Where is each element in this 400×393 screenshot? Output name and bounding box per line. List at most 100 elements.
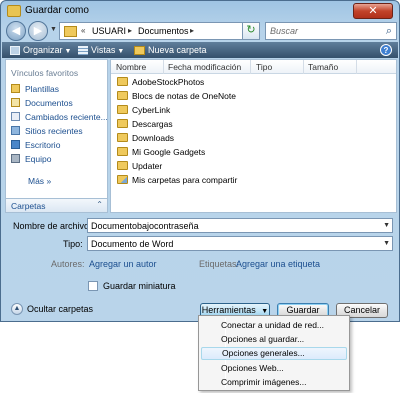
column-type[interactable]: Tipo: [256, 62, 272, 72]
column-divider[interactable]: [163, 60, 164, 74]
organize-label: Organizar: [23, 45, 63, 55]
tools-menu: Conectar a unidad de red... Opciones al …: [198, 315, 350, 391]
folders-toggle[interactable]: Carpetas ⌃: [6, 198, 107, 212]
sidebar-item-equipo[interactable]: Equipo: [11, 154, 51, 166]
sidebar-item-documentos[interactable]: Documentos: [11, 98, 73, 110]
chevron-up-icon[interactable]: ▲: [11, 303, 23, 315]
more-label: Más: [28, 176, 45, 186]
sidebar-item-label: Equipo: [25, 154, 52, 164]
folder-icon: [64, 26, 77, 37]
file-name: Blocs de notas de OneNote: [132, 91, 236, 101]
address-bar[interactable]: « USUARI ▸ Documentos ▸ ▼: [59, 22, 259, 40]
command-toolbar: Organizar ▼ Vistas ▼ Nueva carpeta ?: [2, 42, 398, 58]
sidebar-item-escritorio[interactable]: Escritorio: [11, 140, 60, 152]
chevron-down-icon: ▼: [64, 48, 72, 55]
sidebar-item-sitios-recientes[interactable]: Sitios recientes: [11, 126, 83, 138]
back-button[interactable]: ◀: [6, 21, 26, 41]
file-name: Downloads: [132, 133, 175, 143]
column-name[interactable]: Nombre: [116, 62, 146, 72]
chevron-down-icon[interactable]: ▼: [383, 222, 390, 229]
recent-pages-dropdown[interactable]: ▼: [50, 26, 57, 33]
folder-icon: [117, 91, 128, 100]
sidebar-item-plantillas[interactable]: Plantillas: [11, 84, 59, 96]
list-item[interactable]: Downloads: [117, 133, 174, 145]
file-type-select[interactable]: Documento de Word ▼: [87, 236, 393, 251]
list-item[interactable]: Updater: [117, 161, 162, 173]
menu-item-connect-network-drive[interactable]: Conectar a unidad de red...: [201, 319, 347, 332]
more-links[interactable]: Más »: [28, 176, 51, 186]
menu-item-general-options[interactable]: Opciones generales...: [201, 347, 347, 360]
recent-places-icon: [11, 126, 20, 135]
close-button[interactable]: ✕: [353, 3, 393, 19]
breadcrumb-usuari[interactable]: USUARI: [92, 26, 126, 36]
search-input[interactable]: Buscar: [270, 26, 298, 36]
folder-icon: [7, 5, 21, 17]
column-date-modified[interactable]: Fecha modificación: [168, 62, 241, 72]
file-name: Descargas: [132, 119, 173, 129]
views-button[interactable]: Vistas ▼: [78, 43, 124, 57]
column-size[interactable]: Tamaño: [308, 62, 338, 72]
organize-icon: [10, 46, 20, 55]
list-item[interactable]: Mis carpetas para compartir: [117, 175, 237, 187]
chevron-right-icon[interactable]: ▸: [190, 26, 194, 35]
chevron-up-icon: ⌃: [96, 200, 103, 209]
help-button[interactable]: ?: [380, 44, 392, 56]
folder-icon: [117, 147, 128, 156]
search-box[interactable]: Buscar ⌕: [265, 22, 397, 40]
new-folder-label: Nueva carpeta: [148, 45, 207, 55]
folder-icon: [117, 119, 128, 128]
folder-icon: [11, 84, 20, 93]
sidebar-item-label: Cambiados reciente...: [25, 112, 108, 122]
views-icon: [78, 46, 88, 55]
save-thumbnail-checkbox[interactable]: [88, 281, 98, 291]
chevron-right-icon[interactable]: ▸: [128, 26, 132, 35]
file-name: Mis carpetas para compartir: [132, 175, 238, 185]
folder-icon: [117, 77, 128, 86]
column-divider[interactable]: [356, 60, 357, 74]
chevron-down-icon[interactable]: ▼: [383, 240, 390, 247]
recent-changed-icon: [11, 112, 20, 121]
folder-icon: [117, 161, 128, 170]
computer-icon: [11, 154, 20, 163]
desktop-icon: [11, 140, 20, 149]
file-name: Mi Google Gadgets: [132, 147, 206, 157]
filename-field[interactable]: Documentobajocontraseña ▼: [87, 218, 393, 233]
add-tag-link[interactable]: Agregar una etiqueta: [236, 259, 320, 269]
hide-folders-label[interactable]: Ocultar carpetas: [27, 304, 93, 314]
menu-item-save-options[interactable]: Opciones al guardar...: [201, 333, 347, 346]
filename-value: Documentobajocontraseña: [91, 221, 199, 231]
list-item[interactable]: Mi Google Gadgets: [117, 147, 205, 159]
views-label: Vistas: [91, 45, 116, 55]
file-list: Nombre Fecha modificación Tipo Tamaño Ad…: [110, 59, 397, 213]
type-label: Tipo:: [63, 239, 83, 249]
folder-icon: [117, 105, 128, 114]
sidebar-item-label: Plantillas: [25, 84, 60, 94]
forward-button[interactable]: ▶: [28, 21, 48, 41]
sidebar-item-label: Escritorio: [25, 140, 61, 150]
add-author-link[interactable]: Agregar un autor: [89, 259, 157, 269]
sidebar-item-cambiados-recientemente[interactable]: Cambiados reciente...: [11, 112, 108, 124]
tools-label: Herramientas: [201, 305, 256, 315]
menu-item-web-options[interactable]: Opciones Web...: [201, 362, 347, 375]
list-item[interactable]: AdobeStockPhotos: [117, 77, 204, 89]
chevron-down-icon: ▼: [261, 308, 269, 315]
column-header-row: Nombre Fecha modificación Tipo Tamaño: [111, 60, 396, 74]
new-folder-icon: [134, 46, 145, 55]
column-divider[interactable]: [303, 60, 304, 74]
list-item[interactable]: Descargas: [117, 119, 173, 131]
organize-button[interactable]: Organizar ▼: [10, 43, 71, 57]
filename-label: Nombre de archivo:: [13, 221, 92, 231]
list-item[interactable]: CyberLink: [117, 105, 170, 117]
breadcrumb-documentos[interactable]: Documentos: [138, 26, 189, 36]
search-icon[interactable]: ⌕: [386, 25, 392, 38]
sidebar-item-label: Documentos: [25, 98, 73, 108]
menu-item-compress-images[interactable]: Comprimir imágenes...: [201, 376, 347, 389]
column-divider[interactable]: [250, 60, 251, 74]
tags-label: Etiquetas:: [199, 259, 240, 269]
title-bar: Guardar como ✕: [1, 1, 399, 23]
breadcrumb-overflow-icon[interactable]: «: [81, 26, 85, 35]
new-folder-button[interactable]: Nueva carpeta: [134, 43, 207, 57]
chevron-down-icon: ▼: [117, 48, 125, 55]
refresh-button[interactable]: ↻: [242, 22, 260, 40]
list-item[interactable]: Blocs de notas de OneNote: [117, 91, 236, 103]
